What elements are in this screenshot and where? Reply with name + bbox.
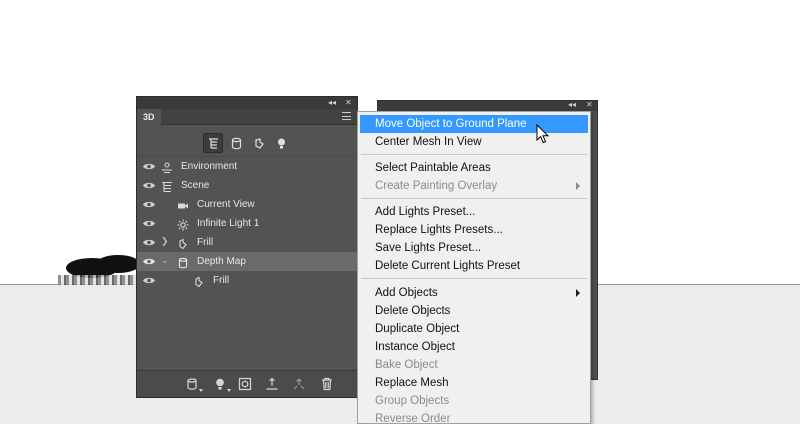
filter-bar (137, 132, 357, 154)
light-add-icon[interactable] (213, 377, 231, 392)
menu-item-duplicate-object[interactable]: Duplicate Object (360, 320, 588, 338)
visibility-eye-icon[interactable] (143, 200, 155, 209)
ground-icon[interactable] (265, 377, 279, 391)
context-menu: Move Object to Ground Plane Center Mesh … (357, 111, 591, 424)
menu-item-instance-object[interactable]: Instance Object (360, 338, 588, 356)
material-icon (193, 275, 205, 288)
menu-item-replace-lights-presets[interactable]: Replace Lights Presets... (360, 221, 588, 239)
menu-item-select-paintable-areas[interactable]: Select Paintable Areas (360, 159, 588, 177)
panel-menu-icon[interactable] (342, 112, 351, 120)
camera-icon (177, 199, 189, 211)
chevron-right-icon[interactable]: ❯ (161, 236, 171, 249)
tree-row-label: Current View (197, 199, 255, 210)
collapse-icon[interactable]: ◂◂ (328, 97, 336, 109)
tree-row-frill-mesh[interactable]: ❯ Frill (137, 233, 357, 252)
render-icon[interactable] (238, 377, 252, 391)
menu-item-create-painting-overlay: Create Painting Overlay (360, 177, 588, 195)
close-icon[interactable]: ✕ (345, 97, 352, 109)
menu-item-move-to-ground-plane[interactable]: Move Object to Ground Plane (360, 115, 588, 133)
scene-icon (161, 180, 173, 193)
tree-row-label: Depth Map (197, 256, 246, 267)
mouse-pointer-icon (536, 124, 550, 144)
close-icon[interactable]: ✕ (586, 100, 593, 109)
menu-item-replace-mesh[interactable]: Replace Mesh (360, 374, 588, 392)
canvas-object-debris (58, 275, 136, 285)
tree-row-label: Frill (213, 275, 230, 286)
tree-row-frill-material[interactable]: Frill (137, 271, 357, 290)
tree-row-label: Environment (181, 161, 238, 172)
mesh-icon (177, 237, 189, 250)
tree-row-scene[interactable]: Scene (137, 176, 357, 195)
menu-item-delete-objects[interactable]: Delete Objects (360, 302, 588, 320)
tree-row-label: Infinite Light 1 (197, 218, 260, 229)
menu-item-bake-object: Bake Object (375, 359, 438, 371)
menu-item-label: Add Objects (375, 287, 438, 299)
environment-icon (161, 161, 173, 174)
mesh-add-icon[interactable] (185, 377, 203, 392)
tree-row-label: Frill (197, 237, 214, 248)
submenu-arrow-icon (576, 182, 580, 190)
menu-item-delete-lights-preset[interactable]: Delete Current Lights Preset (360, 257, 588, 275)
submenu-arrow-icon (576, 289, 580, 297)
collapse-icon[interactable]: ◂◂ (568, 100, 576, 109)
scene-tree: Environment Scene Current View Infinite … (137, 157, 357, 290)
visibility-eye-icon[interactable] (143, 276, 155, 285)
tree-row-infinite-light[interactable]: Infinite Light 1 (137, 214, 357, 233)
menu-separator (361, 198, 587, 199)
visibility-eye-icon[interactable] (143, 181, 155, 190)
menu-item-group-objects: Group Objects (375, 395, 450, 407)
menu-item-reverse-order: Reverse Order (375, 413, 451, 424)
light-filter-icon[interactable] (271, 133, 291, 153)
mesh-filter-icon[interactable] (226, 133, 246, 153)
menu-item-label: Create Painting Overlay (375, 180, 498, 192)
background-panel-header (378, 101, 597, 111)
panel-tab-bar: 3D (137, 109, 357, 125)
material-filter-icon[interactable] (249, 133, 269, 153)
light-icon (177, 218, 189, 231)
menu-separator (361, 154, 587, 155)
menu-item-add-lights-preset[interactable]: Add Lights Preset... (360, 203, 588, 221)
tree-row-environment[interactable]: Environment (137, 157, 357, 176)
menu-item-save-lights-preset[interactable]: Save Lights Preset... (360, 239, 588, 257)
chevron-down-icon[interactable]: ⌄ (161, 255, 171, 268)
menu-separator (361, 278, 587, 279)
visibility-eye-icon[interactable] (143, 257, 155, 266)
menu-item-add-objects[interactable]: Add Objects (360, 284, 588, 302)
panel-header-strip: ◂◂ ✕ (137, 97, 357, 109)
tab-3d[interactable]: 3D (137, 109, 161, 125)
panel-bottom-toolbar (137, 370, 357, 397)
visibility-eye-icon[interactable] (143, 238, 155, 247)
move-icon[interactable] (292, 377, 306, 391)
mesh-icon (177, 256, 189, 269)
canvas-object-shadow (96, 255, 140, 273)
menu-item-center-mesh[interactable]: Center Mesh In View (360, 133, 588, 151)
tree-row-current-view[interactable]: Current View (137, 195, 357, 214)
scene-filter-icon[interactable] (203, 133, 223, 153)
tree-row-depth-map[interactable]: ⌄ Depth Map (137, 252, 357, 271)
tree-row-label: Scene (181, 180, 210, 191)
delete-icon[interactable] (320, 377, 334, 391)
3d-panel: ◂◂ ✕ 3D Environment Scene Current View I… (136, 96, 358, 398)
visibility-eye-icon[interactable] (143, 219, 155, 228)
visibility-eye-icon[interactable] (143, 162, 155, 171)
